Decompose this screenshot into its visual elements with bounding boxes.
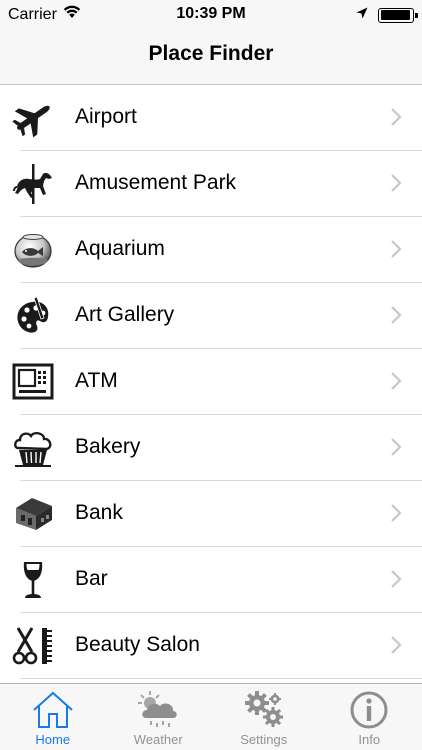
battery-icon <box>378 7 418 23</box>
bank-building-icon <box>12 494 54 534</box>
tab-settings[interactable]: Settings <box>211 684 317 750</box>
tab-info[interactable]: Info <box>317 684 422 750</box>
scissors-comb-icon <box>12 626 54 666</box>
list-item-label: Art Gallery <box>75 303 175 326</box>
status-right <box>356 6 418 24</box>
location-arrow-icon <box>356 6 368 24</box>
gears-icon <box>242 690 286 730</box>
list-item-label: Beauty Salon <box>75 633 200 656</box>
carousel-horse-icon <box>12 164 54 204</box>
screen: Carrier 10:39 PM Place Finder Airport Am… <box>0 0 422 750</box>
tab-bar: Home Weather Settings Info <box>0 683 422 750</box>
list-item-atm[interactable]: ATM <box>0 349 422 415</box>
list-item-amusement-park[interactable]: Amusement Park <box>0 151 422 217</box>
list-item-aquarium[interactable]: Aquarium <box>0 217 422 283</box>
list-item-bakery[interactable]: Bakery <box>0 415 422 481</box>
row-separator <box>20 678 422 679</box>
navigation-bar: Place Finder <box>0 30 422 85</box>
list-item-label: ATM <box>75 369 118 392</box>
list-item-label: Amusement Park <box>75 171 237 194</box>
page-title: Place Finder <box>148 42 274 65</box>
chevron-right-icon <box>391 504 402 522</box>
fishbowl-icon <box>12 230 54 270</box>
info-icon <box>347 690 391 730</box>
status-bar: Carrier 10:39 PM <box>0 0 422 30</box>
chevron-right-icon <box>391 570 402 588</box>
list-item-art-gallery[interactable]: Art Gallery <box>0 283 422 349</box>
chevron-right-icon <box>391 372 402 390</box>
airplane-icon <box>12 98 54 138</box>
battery-fill <box>380 10 410 20</box>
tab-label: Weather <box>133 732 183 747</box>
chevron-right-icon <box>391 306 402 324</box>
list-item-label: Bar <box>75 567 108 590</box>
chevron-right-icon <box>391 174 402 192</box>
places-list: Airport Amusement Park Aquarium Art Gall… <box>0 85 422 683</box>
chevron-right-icon <box>391 636 402 654</box>
chevron-right-icon <box>391 240 402 258</box>
list-item-label: Airport <box>75 105 137 128</box>
list-item-label: Bank <box>75 501 123 524</box>
weather-cloud-icon <box>136 690 180 730</box>
tab-home[interactable]: Home <box>0 684 106 750</box>
list-item-airport[interactable]: Airport <box>0 85 422 151</box>
list-item-label: Aquarium <box>75 237 165 260</box>
palette-icon <box>12 296 54 336</box>
list-item-bar[interactable]: Bar <box>0 547 422 613</box>
tab-label: Settings <box>240 732 288 747</box>
list-item-bank[interactable]: Bank <box>0 481 422 547</box>
wine-glass-icon <box>12 560 54 600</box>
chevron-right-icon <box>391 108 402 126</box>
list-item-beauty-salon[interactable]: Beauty Salon <box>0 613 422 679</box>
tab-label: Info <box>358 732 381 747</box>
muffin-icon <box>12 428 54 468</box>
tab-weather[interactable]: Weather <box>106 684 212 750</box>
chevron-right-icon <box>391 438 402 456</box>
home-icon <box>31 690 75 730</box>
atm-icon <box>12 362 54 402</box>
tab-label: Home <box>35 732 71 747</box>
list-item-label: Bakery <box>75 435 141 458</box>
